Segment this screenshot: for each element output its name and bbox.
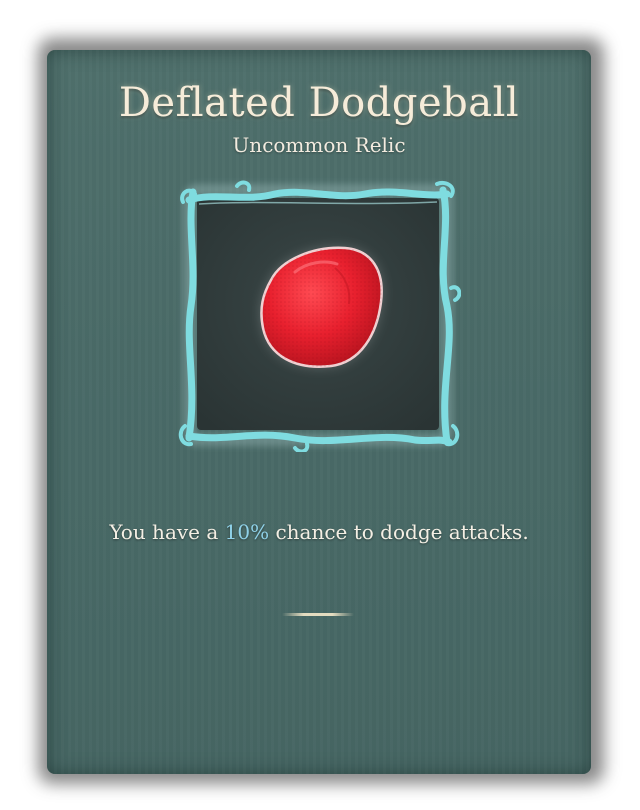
description-prefix: You have a — [109, 520, 225, 544]
dodge-chance-value: 10% — [224, 520, 270, 544]
description-suffix: chance to dodge attacks. — [269, 520, 529, 544]
relic-rarity: Uncommon Relic — [232, 133, 406, 157]
relic-title: Deflated Dodgeball — [118, 80, 520, 126]
relic-description: You have a 10% chance to dodge attacks. — [47, 520, 591, 544]
relic-card: Deflated Dodgeball Uncommon Relic You ha… — [47, 50, 591, 774]
relic-image-frame — [175, 176, 461, 452]
divider — [282, 613, 354, 616]
